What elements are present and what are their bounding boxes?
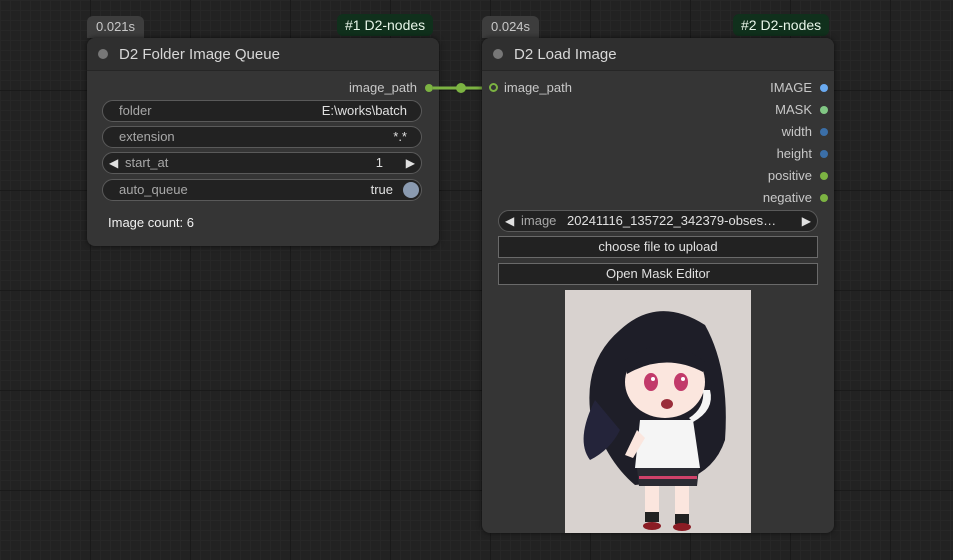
output-slot-label: MASK xyxy=(775,102,812,117)
output-dot-icon[interactable] xyxy=(820,150,828,158)
mask-editor-button[interactable]: Open Mask Editor xyxy=(498,263,818,285)
link-midpoint-icon[interactable] xyxy=(456,83,466,93)
output-slot-label: positive xyxy=(767,168,812,183)
character-illustration xyxy=(583,311,726,531)
image-preview xyxy=(565,290,751,533)
output-dot-icon[interactable] xyxy=(820,172,828,180)
collapse-dot-icon[interactable] xyxy=(493,49,503,59)
output-dot-icon[interactable] xyxy=(820,128,828,136)
output-slot-image[interactable]: IMAGE xyxy=(770,80,834,98)
node2-id-badge: #2 D2-nodes xyxy=(733,14,830,36)
next-image-arrow-icon[interactable]: ▶ xyxy=(802,211,811,231)
prev-image-arrow-icon[interactable]: ◀ xyxy=(505,211,514,231)
image-label: image xyxy=(521,213,557,228)
output-slot-label: height xyxy=(776,146,812,161)
output-dot-icon[interactable] xyxy=(820,84,828,92)
input-slot-image-path[interactable]: image_path xyxy=(482,80,572,98)
input-dot-icon[interactable] xyxy=(489,83,498,92)
output-slot-label: negative xyxy=(762,190,812,205)
input-slot-label: image_path xyxy=(504,80,572,95)
output-slot-mask[interactable]: MASK xyxy=(775,102,834,120)
output-slot-positive[interactable]: positive xyxy=(768,168,834,186)
upload-button[interactable]: choose file to upload xyxy=(498,236,818,258)
output-slot-height[interactable]: height xyxy=(777,146,834,164)
node2-header[interactable]: D2 Load Image xyxy=(482,38,834,71)
output-dot-icon[interactable] xyxy=(820,106,828,114)
image-filename: 20241116_135722_342379-obses… xyxy=(567,213,777,228)
output-slot-negative[interactable]: negative xyxy=(763,190,834,208)
output-slot-label: IMAGE xyxy=(770,80,812,95)
output-dot-icon[interactable] xyxy=(820,194,828,202)
node2-execution-time: 0.024s xyxy=(482,16,540,38)
load-image-node[interactable]: D2 Load Image image_path IMAGE MASK widt… xyxy=(482,38,834,533)
output-slot-width[interactable]: width xyxy=(782,124,834,142)
output-slot-label: width xyxy=(781,124,812,139)
node2-title: D2 Load Image xyxy=(514,46,617,63)
image-selector[interactable]: ◀ image 20241116_135722_342379-obses… ▶ xyxy=(498,210,818,232)
